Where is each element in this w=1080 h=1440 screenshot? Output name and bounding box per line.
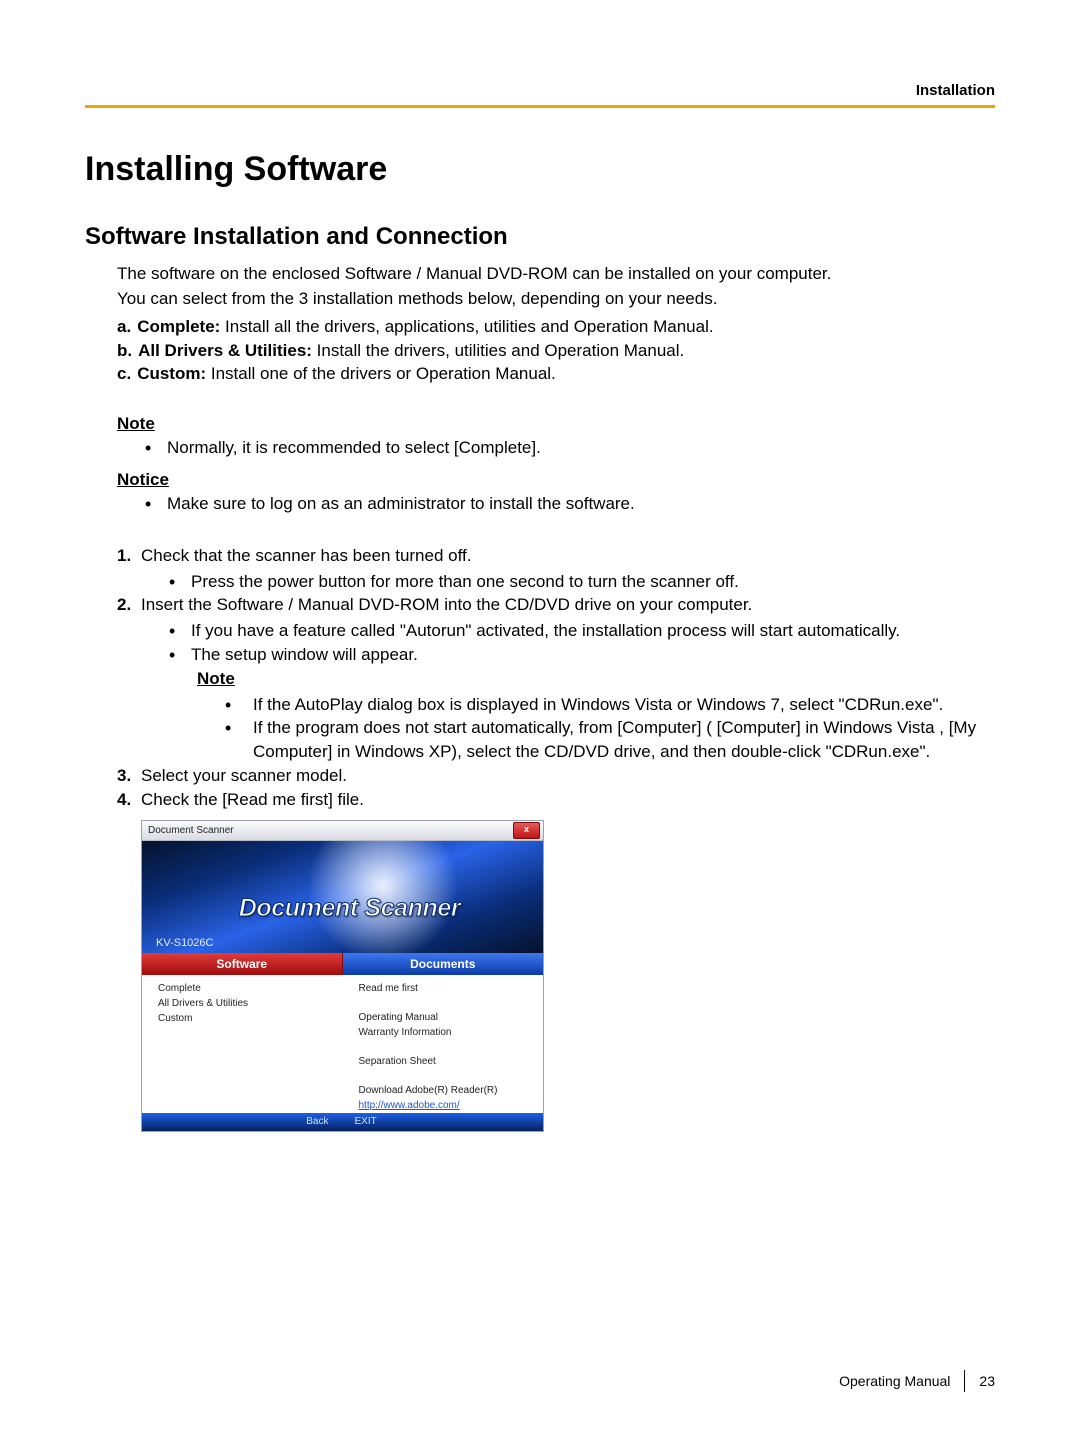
spacer: [359, 1069, 544, 1083]
exit-button[interactable]: EXIT: [355, 1116, 377, 1127]
step-4-text: Check the [Read me first] file.: [141, 790, 364, 809]
option-a-desc: Install all the drivers, applications, u…: [220, 317, 713, 336]
spacer: [359, 996, 544, 1010]
model-number: KV-S1026C: [156, 937, 543, 949]
documents-header: Documents: [343, 953, 544, 975]
option-a: a.Complete: Install all the drivers, app…: [117, 315, 995, 339]
step-2-sub-1: If you have a feature called "Autorun" a…: [169, 619, 995, 643]
step-2: 2. Insert the Software / Manual DVD-ROM …: [117, 593, 995, 764]
page-title: Installing Software: [85, 150, 995, 189]
step-1: 1. Check that the scanner has been turne…: [117, 544, 995, 594]
notice-item-1: Make sure to log on as an administrator …: [145, 492, 995, 516]
step-4: 4. Check the [Read me first] file.: [117, 788, 995, 812]
step-4-num: 4.: [117, 788, 131, 812]
software-header: Software: [142, 953, 343, 975]
step-3-text: Select your scanner model.: [141, 766, 347, 785]
documents-item-readme[interactable]: Read me first: [359, 981, 544, 996]
intro-block: The software on the enclosed Software / …: [117, 263, 995, 386]
option-c: c.Custom: Install one of the drivers or …: [117, 362, 995, 386]
close-button[interactable]: x: [513, 822, 540, 839]
banner: Document Scanner KV-S1026C: [142, 841, 543, 953]
option-b-letter: b.: [117, 341, 138, 360]
documents-item-warranty[interactable]: Warranty Information: [359, 1025, 544, 1040]
footer-page-number: 23: [979, 1373, 995, 1389]
section-title: Software Installation and Connection: [85, 223, 995, 251]
step-2-note-2: If the program does not start automatica…: [225, 716, 995, 764]
window-title: Document Scanner: [148, 825, 234, 836]
intro-line-2: You can select from the 3 installation m…: [117, 288, 995, 311]
header-section: Installation: [85, 82, 995, 105]
footer-separator: [964, 1370, 965, 1392]
step-1-sub-1: Press the power button for more than one…: [169, 570, 995, 594]
titlebar: Document Scanner x: [142, 821, 543, 841]
option-a-letter: a.: [117, 317, 137, 336]
note-item-1: Normally, it is recommended to select [C…: [145, 436, 995, 460]
notice-label: Notice: [117, 470, 995, 490]
option-b: b.All Drivers & Utilities: Install the d…: [117, 339, 995, 363]
documents-item-manual[interactable]: Operating Manual: [359, 1010, 544, 1025]
step-1-num: 1.: [117, 544, 131, 568]
step-2-text: Insert the Software / Manual DVD-ROM int…: [141, 595, 752, 614]
step-1-text: Check that the scanner has been turned o…: [141, 546, 471, 565]
documents-column: Documents Read me first Operating Manual…: [343, 953, 544, 1113]
option-c-title: Custom:: [137, 364, 206, 383]
adobe-link[interactable]: http://www.adobe.com/: [359, 1100, 460, 1111]
step-3-num: 3.: [117, 764, 131, 788]
option-a-title: Complete:: [137, 317, 220, 336]
documents-item-separation[interactable]: Separation Sheet: [359, 1054, 544, 1069]
step-2-num: 2.: [117, 593, 131, 617]
option-c-desc: Install one of the drivers or Operation …: [206, 364, 556, 383]
software-item-complete[interactable]: Complete: [158, 981, 343, 996]
installer-footer: Back EXIT: [142, 1113, 543, 1131]
step-2-note-label: Note: [197, 667, 995, 691]
header-rule: [85, 105, 995, 108]
note-label-1: Note: [117, 414, 995, 434]
footer-manual-name: Operating Manual: [839, 1373, 950, 1389]
software-column: Software Complete All Drivers & Utilitie…: [142, 953, 343, 1113]
option-b-title: All Drivers & Utilities:: [138, 341, 312, 360]
software-item-custom[interactable]: Custom: [158, 1011, 343, 1026]
spacer: [359, 1040, 544, 1054]
step-2-note-1: If the AutoPlay dialog box is displayed …: [225, 693, 995, 717]
option-b-desc: Install the drivers, utilities and Opera…: [312, 341, 684, 360]
page-footer: Operating Manual 23: [839, 1370, 995, 1392]
step-3: 3. Select your scanner model.: [117, 764, 995, 788]
software-item-drivers[interactable]: All Drivers & Utilities: [158, 996, 343, 1011]
banner-logo-text: Document Scanner: [156, 894, 543, 923]
back-button[interactable]: Back: [306, 1116, 328, 1127]
installer-window: Document Scanner x Document Scanner KV-S…: [141, 820, 544, 1132]
intro-line-1: The software on the enclosed Software / …: [117, 263, 995, 286]
option-c-letter: c.: [117, 364, 137, 383]
step-2-sub-2: The setup window will appear.: [169, 643, 995, 667]
documents-item-adobe: Download Adobe(R) Reader(R): [359, 1083, 544, 1098]
